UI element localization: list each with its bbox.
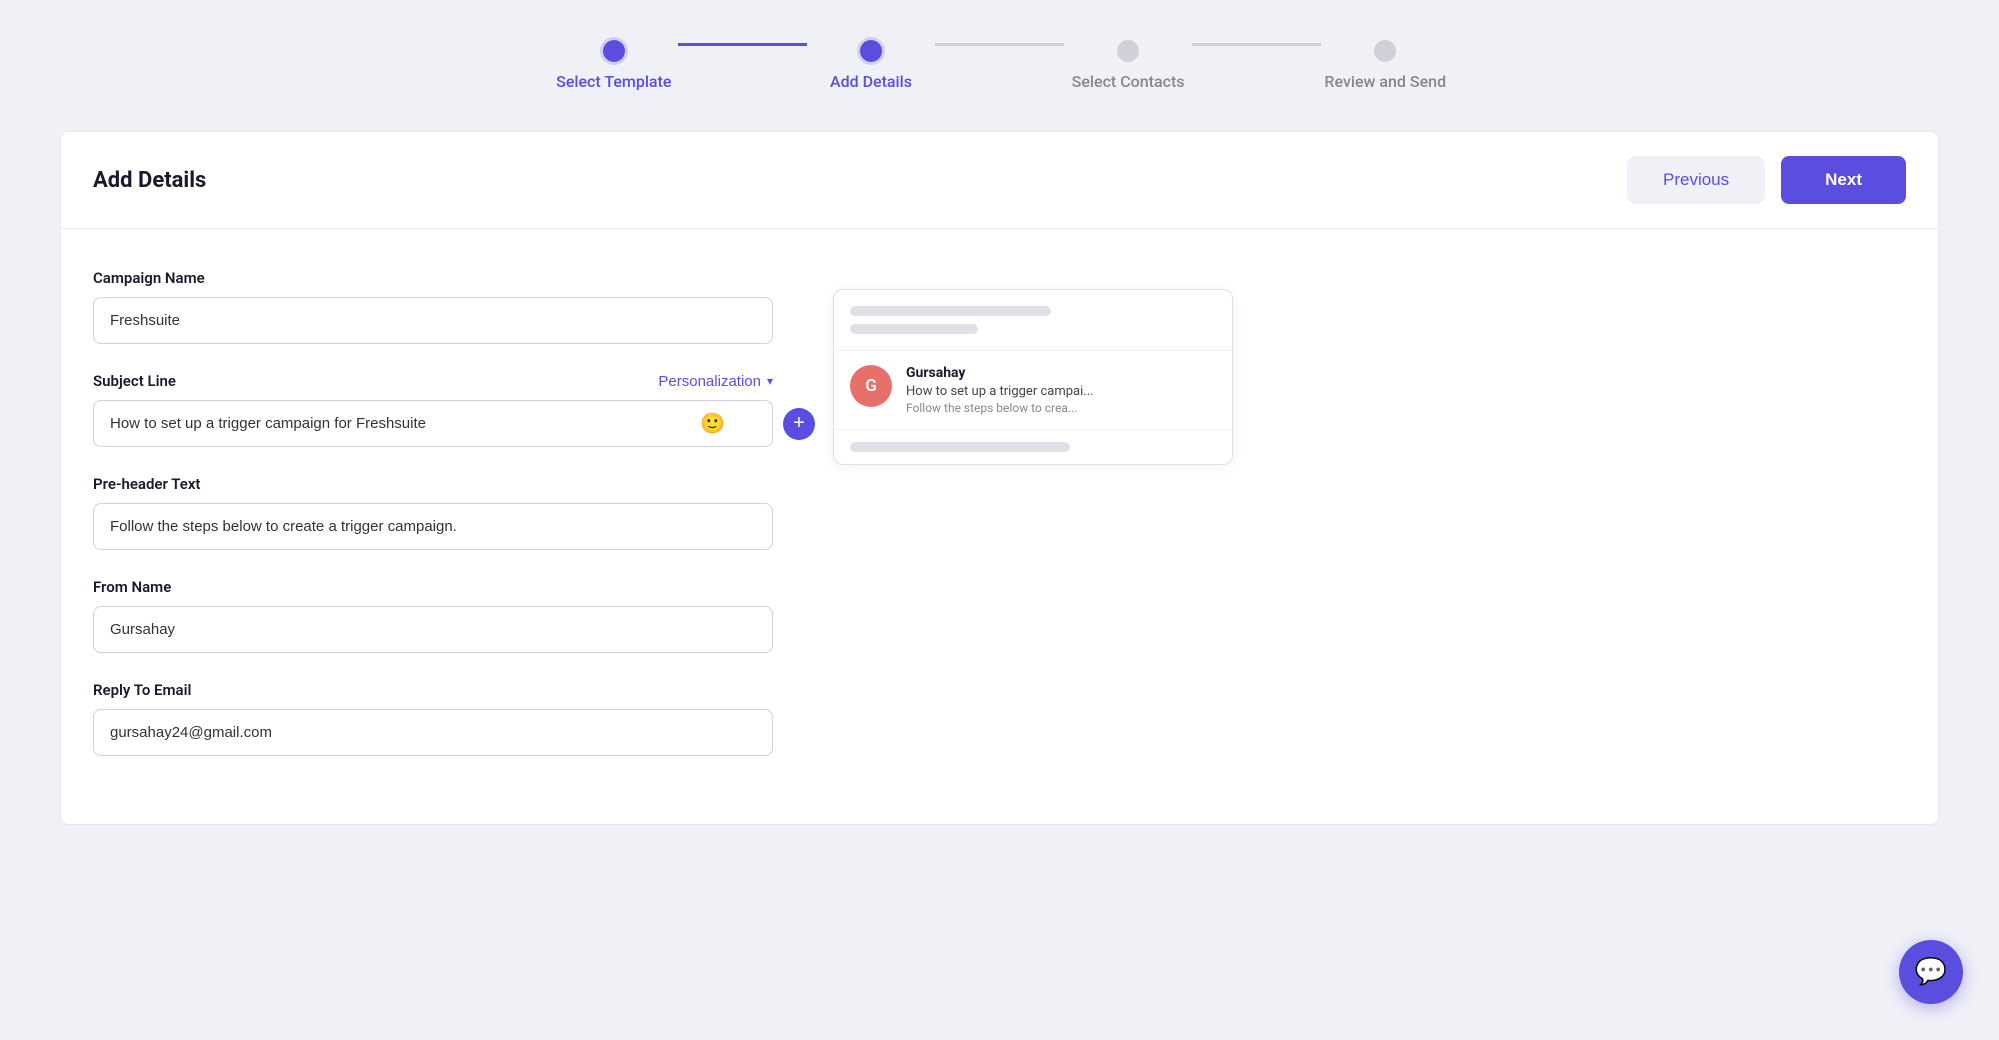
chat-icon: 💬 xyxy=(1915,957,1947,987)
step-label-4: Review and Send xyxy=(1324,72,1446,91)
campaign-name-group: Campaign Name xyxy=(93,269,773,344)
connector-3-4 xyxy=(1192,43,1321,46)
from-name-input[interactable] xyxy=(93,606,773,653)
main-card: Add Details Previous Next Campaign Name … xyxy=(60,131,1939,825)
stepper: Select Template Add Details Select Conta… xyxy=(40,30,1959,91)
preview-bottom-line xyxy=(850,442,1070,452)
campaign-name-input[interactable] xyxy=(93,297,773,344)
card-header: Add Details Previous Next xyxy=(61,132,1938,229)
preview-section: G Gursahay How to set up a trigger campa… xyxy=(833,269,1906,784)
from-name-group: From Name xyxy=(93,578,773,653)
preview-bar-line-2 xyxy=(850,324,978,334)
step-select-template: Select Template xyxy=(550,40,679,91)
personalization-button[interactable]: Personalization ▾ xyxy=(658,373,773,390)
avatar: G xyxy=(850,365,892,407)
preview-bar-line-1 xyxy=(850,306,1051,316)
reply-to-email-group: Reply To Email xyxy=(93,681,773,756)
preheader-label: Pre-header Text xyxy=(93,475,773,493)
next-button[interactable]: Next xyxy=(1781,156,1906,204)
preview-email-row: G Gursahay How to set up a trigger campa… xyxy=(834,350,1232,430)
step-select-contacts: Select Contacts xyxy=(1064,40,1193,91)
connector-1-2 xyxy=(678,43,807,46)
preheader-group: Pre-header Text xyxy=(93,475,773,550)
stepper-container: Select Template Add Details Select Conta… xyxy=(550,40,1450,91)
emoji-button[interactable]: 🙂 xyxy=(700,411,725,436)
previous-button[interactable]: Previous xyxy=(1627,156,1765,204)
email-preview-card: G Gursahay How to set up a trigger campa… xyxy=(833,289,1233,465)
preheader-input[interactable] xyxy=(93,503,773,550)
step-dot-3 xyxy=(1117,40,1139,62)
page-title: Add Details xyxy=(93,168,206,193)
subject-line-label: Subject Line xyxy=(93,372,176,390)
step-dot-1 xyxy=(603,40,625,62)
subject-line-group: Subject Line Personalization ▾ 🙂 + xyxy=(93,372,773,447)
preview-bottom-bar xyxy=(834,430,1232,464)
reply-to-email-label: Reply To Email xyxy=(93,681,773,699)
subject-line-input[interactable] xyxy=(93,400,773,447)
step-label-2: Add Details xyxy=(830,72,912,91)
reply-to-email-input[interactable] xyxy=(93,709,773,756)
chat-button[interactable]: 💬 xyxy=(1899,940,1963,1004)
add-subject-button[interactable]: + xyxy=(783,408,815,440)
personalization-label: Personalization xyxy=(658,373,761,390)
step-review-and-send: Review and Send xyxy=(1321,40,1450,91)
page-wrapper: Select Template Add Details Select Conta… xyxy=(0,0,1999,1040)
step-dot-2 xyxy=(860,40,882,62)
preview-email-content: Gursahay How to set up a trigger campai.… xyxy=(906,365,1216,415)
avatar-letter: G xyxy=(865,376,877,396)
campaign-name-label: Campaign Name xyxy=(93,269,773,287)
form-section: Campaign Name Subject Line Personalizati… xyxy=(93,269,773,784)
step-dot-4 xyxy=(1374,40,1396,62)
card-body: Campaign Name Subject Line Personalizati… xyxy=(61,229,1938,824)
chevron-down-icon: ▾ xyxy=(767,374,773,388)
preview-preheader: Follow the steps below to crea... xyxy=(906,401,1186,415)
step-add-details: Add Details xyxy=(807,40,936,91)
header-buttons: Previous Next xyxy=(1627,156,1906,204)
step-label-3: Select Contacts xyxy=(1072,72,1185,91)
connector-2-3 xyxy=(935,43,1064,46)
preview-subject: How to set up a trigger campai... xyxy=(906,384,1186,399)
subject-line-header: Subject Line Personalization ▾ xyxy=(93,372,773,390)
subject-input-wrapper: 🙂 + xyxy=(93,400,773,447)
emoji-icon: 🙂 xyxy=(700,411,725,436)
preview-top-bar xyxy=(834,290,1232,350)
from-name-label: From Name xyxy=(93,578,773,596)
step-label-1: Select Template xyxy=(556,72,671,91)
plus-icon: + xyxy=(793,412,805,435)
preview-from-name: Gursahay xyxy=(906,365,1216,381)
